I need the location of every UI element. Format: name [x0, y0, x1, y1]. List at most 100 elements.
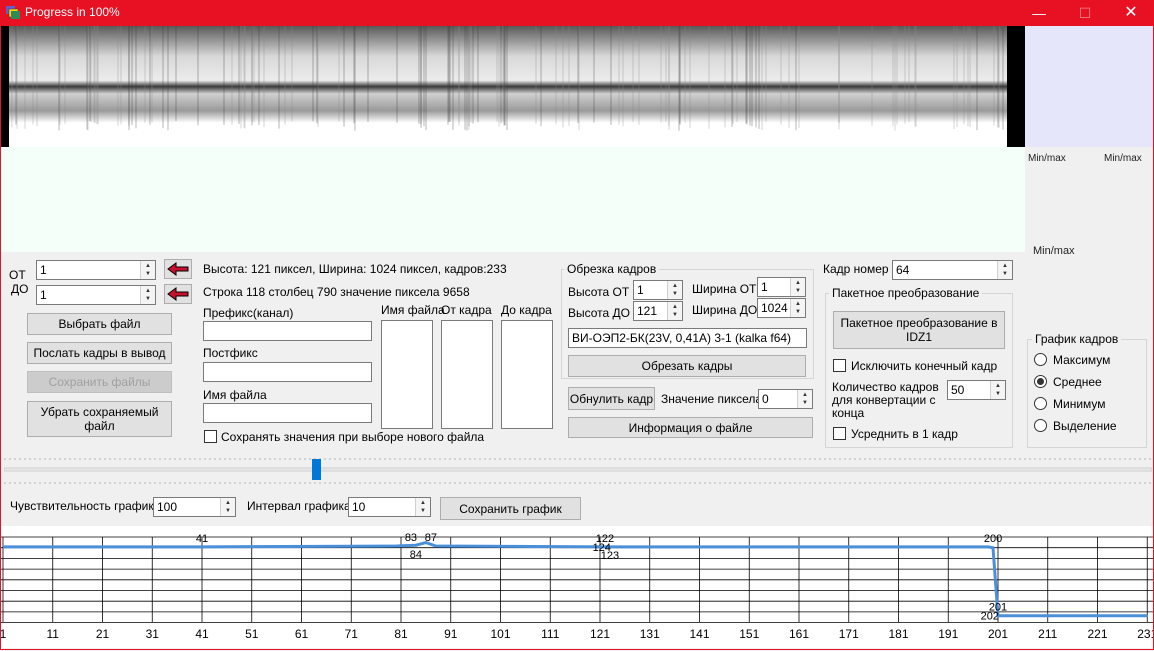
point-label: 200: [984, 533, 1002, 545]
file-info-button[interactable]: Информация о файле: [568, 417, 813, 438]
device-name-field[interactable]: ВИ-ОЭП2-БК(23V, 0,41A) 3-1 (kalka f64): [568, 328, 807, 348]
save-files-button[interactable]: Сохранить файлы: [27, 371, 172, 393]
preview-left-edge: [1, 26, 9, 147]
to-frame-spinner[interactable]: 1 ▲ ▼: [36, 285, 156, 305]
x-tick-label: 11: [47, 627, 60, 641]
window-title: Progress in 100%: [25, 5, 120, 19]
batch-group-title: Пакетное преобразование: [829, 286, 983, 300]
width-to-label: Ширина ДО: [692, 303, 758, 317]
x-tick-label: 181: [888, 627, 908, 641]
x-tick-label: 131: [640, 627, 660, 641]
dimensions-info: Высота: 121 пиксел, Ширина: 1024 пиксел,…: [203, 262, 507, 276]
x-tick-label: 31: [146, 627, 160, 641]
pixel-value-spinner[interactable]: 0 ▲ ▼: [758, 389, 813, 409]
width-to-spinner[interactable]: 1024 ▲ ▼: [757, 298, 806, 318]
app-icon: [6, 6, 20, 19]
x-tick-label: 111: [541, 627, 560, 641]
sensitivity-label: Чувствительность графика: [10, 499, 161, 513]
title-bar: [0, 0, 1154, 26]
x-tick-label: 71: [345, 627, 359, 641]
from-frame-column-header: От кадра: [441, 303, 492, 317]
height-from-spinner[interactable]: 1 ▲ ▼: [633, 280, 683, 300]
exclude-last-checkbox[interactable]: [833, 359, 846, 372]
point-label: 83: [405, 532, 417, 544]
reset-frame-button[interactable]: Обнулить кадр: [568, 387, 655, 410]
filename-input[interactable]: [203, 403, 372, 423]
set-from-arrow-button[interactable]: [164, 259, 192, 279]
x-tick-label: 231: [1137, 627, 1153, 641]
x-tick-label: 191: [938, 627, 958, 641]
x-tick-label: 51: [245, 627, 259, 641]
height-to-label: Высота ДО: [568, 306, 631, 320]
x-tick-label: 211: [1038, 627, 1057, 641]
keep-values-checkbox[interactable]: [204, 430, 217, 443]
frame-preview[interactable]: [1, 26, 1025, 147]
width-from-label: Ширина ОТ: [692, 282, 757, 296]
minmax-right-label: Min/max: [1104, 153, 1142, 164]
radio-minimum[interactable]: [1034, 397, 1047, 410]
average-one-label: Усреднить в 1 кадр: [851, 427, 958, 441]
x-tick-label: 41: [195, 627, 209, 641]
frame-chart-title: График кадров: [1032, 332, 1122, 346]
x-tick-label: 161: [789, 627, 809, 641]
to-frame-list[interactable]: [501, 320, 553, 429]
to-frame-column-header: До кадра: [501, 303, 552, 317]
preview-side-panel: [1025, 26, 1153, 147]
prefix-label: Префикс(канал): [203, 306, 294, 320]
exclude-last-label: Исключить конечный кадр: [851, 359, 998, 373]
to-label: ДО: [11, 282, 29, 296]
prefix-input[interactable]: [203, 321, 372, 341]
point-label: 41: [196, 533, 208, 545]
x-tick-label: 21: [96, 627, 110, 641]
x-tick-label: 121: [590, 627, 610, 641]
minimize-button[interactable]: —: [1016, 0, 1062, 26]
from-frame-spinner[interactable]: 1 ▲ ▼: [36, 260, 156, 280]
frame-image: [1, 26, 1025, 147]
x-tick-label: 101: [490, 627, 510, 641]
choose-file-button[interactable]: Выбрать файл: [27, 313, 172, 335]
close-button[interactable]: ✕: [1108, 0, 1154, 26]
postfix-input[interactable]: [203, 362, 372, 382]
frame-value-chart[interactable]: 1 11 21 31 41 51 61 71 81 91 101 111 121 131 141 151 161…: [0, 526, 1154, 648]
from-label: ОТ: [9, 268, 26, 282]
interval-label: Интервал графика: [247, 499, 351, 513]
height-to-spinner[interactable]: 121 ▲ ▼: [633, 301, 683, 321]
height-from-label: Высота ОТ: [568, 285, 630, 299]
series-line: [3, 541, 1148, 618]
pixel-info: Строка 118 столбец 790 значение пиксела …: [203, 285, 470, 299]
radio-maximum-label: Максимум: [1053, 353, 1111, 367]
batch-convert-button[interactable]: Пакетное преобразование в IDZ1: [833, 311, 1005, 349]
preview-gradient: [9, 26, 1009, 147]
column-plot-area: [1, 147, 1025, 252]
radio-average[interactable]: [1034, 375, 1047, 388]
filename-list[interactable]: [381, 320, 433, 429]
point-label: 84: [410, 549, 422, 561]
pixel-value-label: Значение пиксела: [661, 392, 763, 406]
radio-maximum[interactable]: [1034, 353, 1047, 366]
remove-saved-file-button[interactable]: Убрать сохраняемый файл: [27, 401, 172, 437]
x-tick-label: 61: [295, 627, 309, 641]
width-from-spinner[interactable]: 1 ▲ ▼: [757, 277, 806, 297]
radio-selection[interactable]: [1034, 419, 1047, 432]
minmax-left-label: Min/max: [1028, 153, 1066, 164]
point-label: 87: [425, 532, 437, 544]
maximize-button[interactable]: ☐: [1062, 0, 1108, 26]
frame-count-label: Количество кадров для конвертации с конц…: [832, 380, 939, 420]
from-frame-list[interactable]: [441, 320, 493, 429]
crop-frames-button[interactable]: Обрезать кадры: [568, 355, 806, 377]
sensitivity-spinner[interactable]: 100 ▲ ▼: [153, 497, 236, 517]
average-one-checkbox[interactable]: [833, 427, 846, 440]
x-tick-label: 81: [394, 627, 408, 641]
trackbar-thumb[interactable]: [312, 459, 321, 480]
trackbar-channel: [3, 467, 1153, 472]
radio-minimum-label: Минимум: [1053, 397, 1106, 411]
frame-count-spinner[interactable]: 50 ▲ ▼: [947, 380, 1006, 400]
postfix-label: Постфикс: [203, 346, 258, 360]
interval-spinner[interactable]: 10 ▲ ▼: [348, 497, 431, 517]
frame-number-spinner[interactable]: 64 ▲ ▼: [892, 260, 1013, 280]
save-chart-button[interactable]: Сохранить график: [440, 497, 581, 520]
frame-trackbar[interactable]: [3, 456, 1153, 486]
set-to-arrow-button[interactable]: [164, 284, 192, 304]
preview-right-edge: [1007, 26, 1025, 147]
send-frames-button[interactable]: Послать кадры в вывод: [27, 342, 172, 364]
